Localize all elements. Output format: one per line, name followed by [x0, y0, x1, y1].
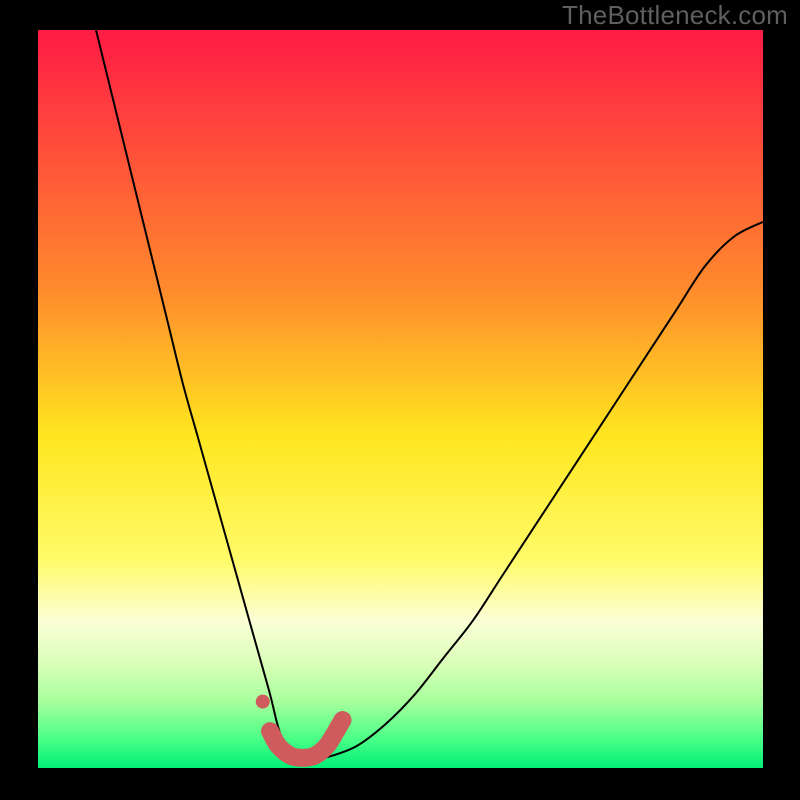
optimal-point-dot — [256, 695, 270, 709]
chart-svg — [0, 0, 800, 800]
watermark-text: TheBottleneck.com — [562, 0, 788, 31]
plot-background — [38, 30, 763, 768]
chart-root: TheBottleneck.com — [0, 0, 800, 800]
